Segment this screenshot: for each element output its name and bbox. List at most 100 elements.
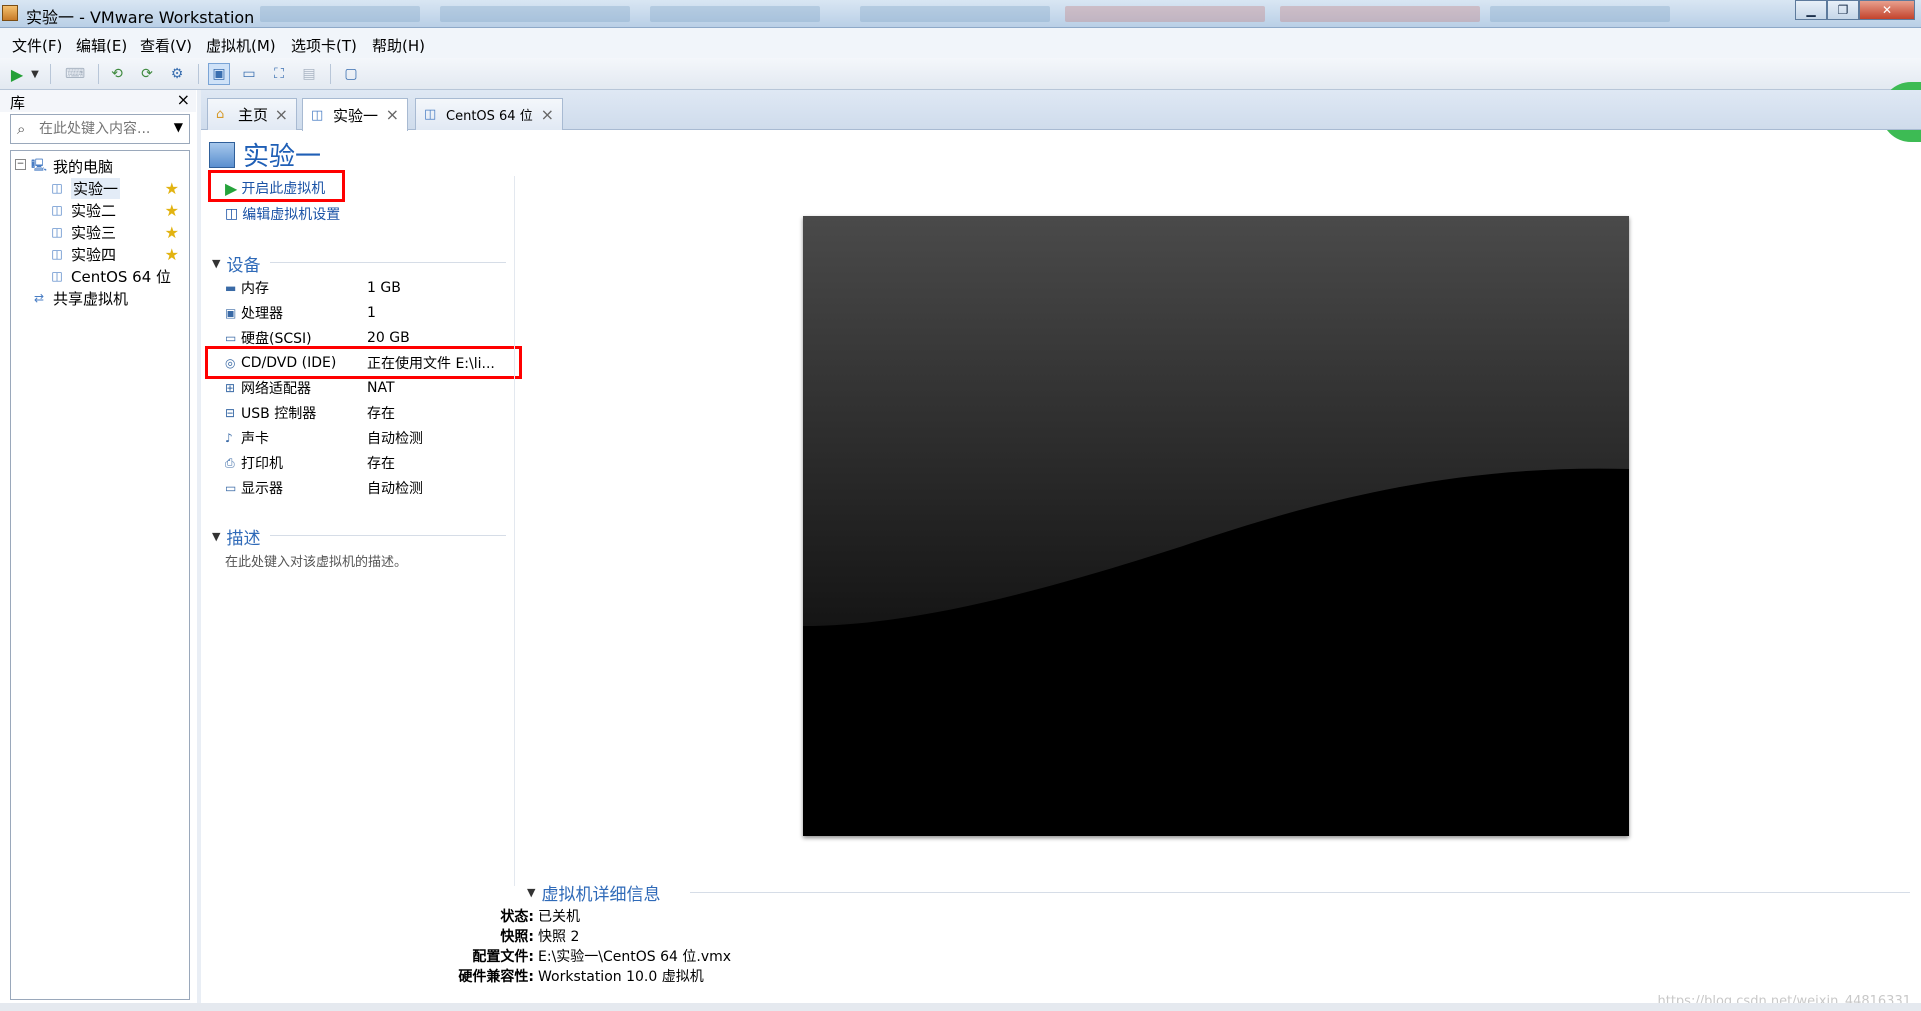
tab-vm-1[interactable]: ◫ 实验一 × xyxy=(302,98,408,131)
device-name: USB 控制器 xyxy=(241,406,317,422)
device-row[interactable]: ▭ 显示器 自动检测 xyxy=(225,476,423,500)
power-on-vm-link[interactable]: ▶ 开启此虚拟机 xyxy=(225,178,325,198)
vm-detail-label: 状态: xyxy=(500,909,534,925)
vm-icon: ◫ xyxy=(51,203,63,217)
vm-name: 实验一 xyxy=(243,142,322,172)
favorite-star-icon: ★ xyxy=(164,178,179,198)
close-window-button[interactable]: ✕ xyxy=(1859,0,1915,20)
device-value: NAT xyxy=(367,380,395,396)
description-input[interactable]: 在此处键入对该虚拟机的描述。 xyxy=(225,551,407,570)
details-title: 虚拟机详细信息 xyxy=(541,885,661,905)
device-name: 显示器 xyxy=(241,481,283,497)
device-row[interactable]: ⊞ 网络适配器 NAT xyxy=(225,376,395,400)
settings-icon: ◫ xyxy=(225,206,239,222)
vm-detail-row: 状态: 已关机 xyxy=(440,906,580,926)
tree-item-vm-4[interactable]: ◫ 实验四 ★ xyxy=(49,243,189,265)
usb-icon: ⊟ xyxy=(225,406,236,420)
vm-preview-screen[interactable] xyxy=(803,216,1629,836)
tab-centos[interactable]: ◫ CentOS 64 位 × xyxy=(415,98,563,130)
pane-splitter[interactable] xyxy=(197,90,201,1011)
description-section-header[interactable]: ▼ 描述 xyxy=(212,524,260,549)
tab-label: 实验一 xyxy=(333,106,379,125)
section-divider xyxy=(270,535,506,536)
highlight-box-cdrom xyxy=(205,346,522,379)
library-close-button[interactable]: × xyxy=(177,90,190,109)
tree-item-label: 共享虚拟机 xyxy=(53,289,129,308)
vm-detail-value: 已关机 xyxy=(538,909,580,925)
device-value: 自动检测 xyxy=(367,481,423,497)
vm-icon: ◫ xyxy=(51,269,63,283)
device-row[interactable]: ⎙ 打印机 存在 xyxy=(225,451,395,475)
close-tab-icon[interactable]: × xyxy=(541,105,554,124)
tree-item-shared-vms[interactable]: ⇄ 共享虚拟机 xyxy=(31,287,128,309)
take-snapshot-icon[interactable]: ⟲ xyxy=(106,63,128,85)
cpu-icon: ▣ xyxy=(225,306,237,320)
tree-item-vm-3[interactable]: ◫ 实验三 ★ xyxy=(49,221,189,243)
printer-icon: ⎙ xyxy=(225,455,235,470)
chevron-down-icon[interactable]: ▼ xyxy=(174,120,183,134)
home-icon: ⌂ xyxy=(216,107,225,122)
shared-vm-icon: ⇄ xyxy=(33,291,45,305)
menu-edit[interactable]: 编辑(E) xyxy=(76,35,127,56)
device-name: 硬盘(SCSI) xyxy=(241,331,312,347)
tree-item-vm-2[interactable]: ◫ 实验二 ★ xyxy=(49,199,189,221)
library-title: 库 xyxy=(10,94,26,112)
tree-item-my-computer[interactable]: 🖳 我的电脑 xyxy=(31,155,113,177)
tab-strip: ⌂ 主页 × ◫ 实验一 × ◫ CentOS 64 位 × xyxy=(201,90,1921,131)
vmware-app-icon xyxy=(2,5,18,21)
vm-icon: ◫ xyxy=(424,107,437,122)
library-search[interactable]: ⌕ ▼ xyxy=(10,114,190,144)
device-row[interactable]: ▬ 内存 1 GB xyxy=(225,276,401,300)
tab-label: 主页 xyxy=(238,106,269,124)
search-icon: ⌕ xyxy=(17,120,26,138)
power-dropdown-icon[interactable]: ▼ xyxy=(28,63,42,85)
revert-snapshot-icon[interactable]: ⟳ xyxy=(136,63,158,85)
vm-detail-row: 快照: 快照 2 xyxy=(440,926,579,946)
section-divider xyxy=(270,262,506,263)
tab-home[interactable]: ⌂ 主页 × xyxy=(207,98,297,130)
menu-help[interactable]: 帮助(H) xyxy=(372,35,425,56)
background-taskbar-ghost xyxy=(860,6,1050,22)
section-divider xyxy=(690,892,1910,893)
unity-icon[interactable]: ▤ xyxy=(298,63,320,85)
console-view-icon[interactable]: ▢ xyxy=(340,63,362,85)
maximize-button[interactable]: ❐ xyxy=(1827,0,1859,20)
vm-details-section-header[interactable]: ▼ 虚拟机详细信息 xyxy=(527,880,660,905)
description-title: 描述 xyxy=(226,529,261,549)
vm-icon: ◫ xyxy=(51,181,63,195)
collapse-arrow-icon: ▼ xyxy=(212,530,221,543)
vm-large-icon xyxy=(209,141,235,168)
computer-icon: 🖳 xyxy=(31,157,48,172)
device-row[interactable]: ▣ 处理器 1 xyxy=(225,301,376,325)
vm-icon: ◫ xyxy=(51,247,63,261)
edit-vm-settings-link[interactable]: ◫ 编辑虚拟机设置 xyxy=(225,204,340,224)
thumbnail-bar-icon[interactable]: ▭ xyxy=(238,63,260,85)
tree-collapse-toggle[interactable]: − xyxy=(15,159,26,170)
tree-item-vm-centos[interactable]: ◫ CentOS 64 位 xyxy=(49,265,171,287)
background-taskbar-ghost xyxy=(260,6,420,22)
snapshot-manager-icon[interactable]: ⚙ xyxy=(166,63,188,85)
minimize-button[interactable]: ▁ xyxy=(1795,0,1827,20)
menu-tabs[interactable]: 选项卡(T) xyxy=(291,35,357,56)
toolbar-separator xyxy=(50,64,51,84)
device-row[interactable]: ⊟ USB 控制器 存在 xyxy=(225,401,395,425)
vm-detail-row: 硬件兼容性: Workstation 10.0 虚拟机 xyxy=(440,966,703,986)
tree-item-vm-1[interactable]: ◫ 实验一 ★ xyxy=(49,177,189,199)
close-tab-icon[interactable]: × xyxy=(275,105,288,124)
background-taskbar-ghost xyxy=(1490,6,1670,22)
library-search-input[interactable] xyxy=(37,117,167,141)
devices-section-header[interactable]: ▼ 设备 xyxy=(212,251,260,276)
menu-file[interactable]: 文件(F) xyxy=(12,35,62,56)
send-keys-icon[interactable]: ⌨ xyxy=(64,63,86,85)
device-value: 1 xyxy=(367,305,376,321)
power-on-icon[interactable]: ▶ xyxy=(6,63,28,85)
device-name: 内存 xyxy=(241,281,269,297)
menu-view[interactable]: 查看(V) xyxy=(140,35,192,56)
close-tab-icon[interactable]: × xyxy=(386,105,399,124)
menu-vm[interactable]: 虚拟机(M) xyxy=(206,35,276,56)
tree-item-label: CentOS 64 位 xyxy=(71,267,172,286)
panel-divider xyxy=(514,176,515,886)
device-row[interactable]: ♪ 声卡 自动检测 xyxy=(225,426,423,450)
show-library-icon[interactable]: ▣ xyxy=(208,63,230,85)
fullscreen-icon[interactable]: ⛶ xyxy=(268,63,290,85)
